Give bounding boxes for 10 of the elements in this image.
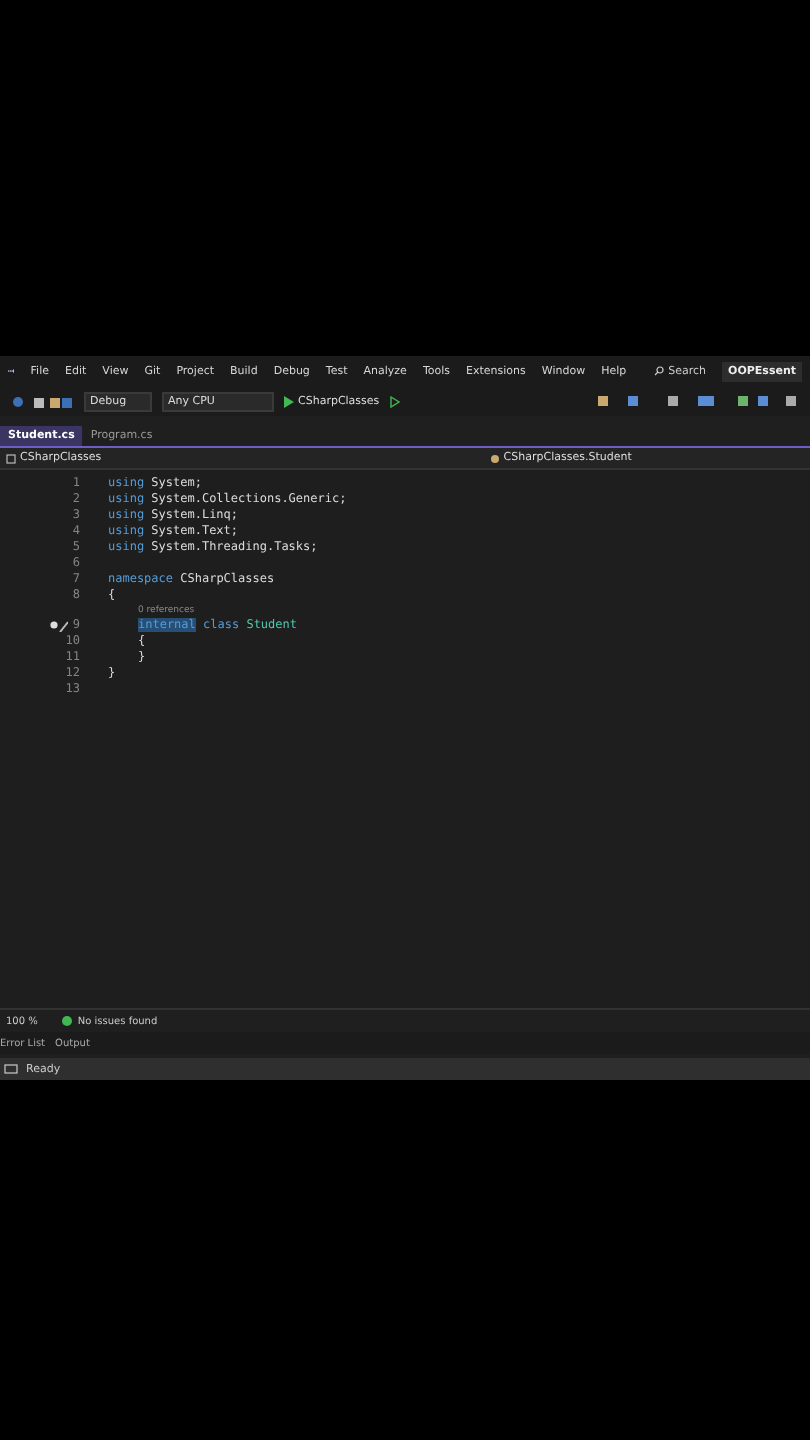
run-without-debug-icon[interactable] (389, 395, 400, 407)
quick-actions-icon[interactable] (50, 620, 69, 632)
search-icon (654, 366, 665, 376)
project-icon (6, 453, 16, 463)
navigate-icon[interactable] (12, 395, 24, 407)
new-item-icon[interactable] (34, 395, 74, 407)
class-icon (489, 453, 500, 463)
check-icon (61, 1016, 72, 1026)
play-icon (284, 395, 294, 407)
output-icon (4, 1064, 18, 1074)
